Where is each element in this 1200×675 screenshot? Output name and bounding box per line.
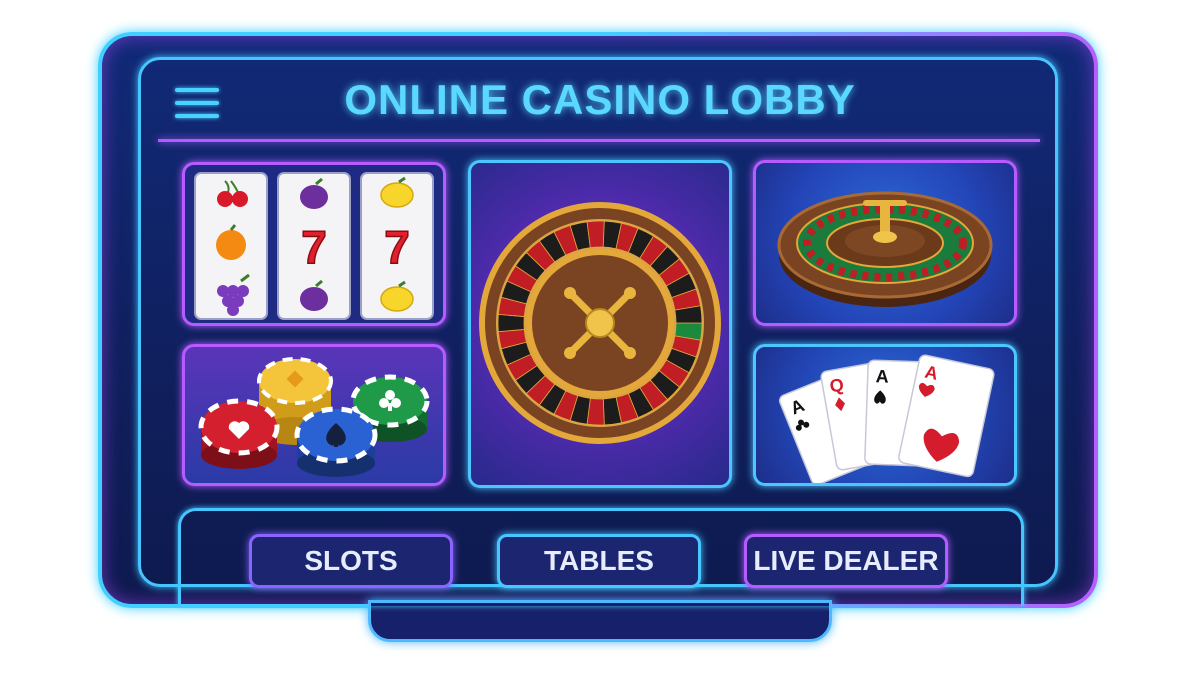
live-dealer-cards-tile[interactable]: A Q A A	[753, 344, 1017, 486]
blue-chip	[294, 406, 378, 477]
poker-chips-icon	[198, 357, 430, 477]
live-dealer-button[interactable]: LIVE DEALER	[744, 534, 948, 588]
slots-button[interactable]: SLOTS	[249, 534, 453, 588]
poker-chips-tile[interactable]	[182, 344, 446, 486]
roulette-table-icon	[777, 191, 993, 307]
screen-base	[368, 600, 832, 642]
roulette-wheel-icon	[479, 202, 721, 444]
slot-machine-icon: 7 7	[194, 172, 434, 320]
roulette-pocket	[497, 313, 525, 333]
hamburger-menu-icon[interactable]	[175, 88, 219, 124]
playing-cards-icon: A Q A A	[778, 354, 995, 483]
tables-button[interactable]: TABLES	[497, 534, 701, 588]
page-title: ONLINE CASINO LOBBY	[344, 76, 856, 123]
seven-symbol: 7	[301, 221, 327, 273]
roulette-game-tile[interactable]	[468, 160, 732, 488]
red-chip	[198, 398, 280, 469]
header-divider	[158, 139, 1040, 142]
roulette-pocket	[586, 220, 605, 249]
slots-game-tile[interactable]: 7 7	[182, 162, 446, 326]
seven-symbol: 7	[384, 221, 410, 273]
svg-text:A: A	[875, 366, 889, 386]
roulette-table-tile[interactable]	[753, 160, 1017, 326]
